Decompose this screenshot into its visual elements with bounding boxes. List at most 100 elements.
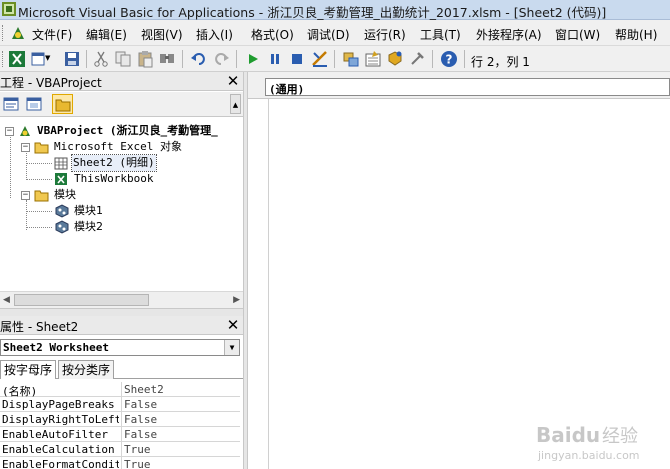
toolbar-separator — [334, 50, 335, 68]
properties-object-name: Sheet2 Worksheet — [3, 341, 109, 354]
worksheet-icon — [54, 157, 68, 170]
property-divider — [121, 457, 122, 469]
menu-file[interactable]: 文件(F) — [32, 26, 72, 43]
reset-icon[interactable] — [288, 50, 306, 68]
properties-grid: (名称) Sheet2 DisplayPageBreaks False Disp… — [0, 380, 243, 469]
menu-addins[interactable]: 外接程序(A) — [476, 26, 542, 43]
design-mode-icon[interactable] — [311, 50, 329, 68]
title-bar: Microsoft Visual Basic for Applications … — [0, 0, 670, 20]
properties-tabs: 按字母序 按分类序 — [0, 359, 243, 379]
scroll-right-icon[interactable]: ▶ — [233, 295, 240, 305]
properties-object-select[interactable]: Sheet2 Worksheet ▼ — [0, 339, 240, 356]
property-value[interactable]: True — [124, 443, 151, 456]
redo-icon[interactable] — [212, 50, 230, 68]
toolbar-separator — [432, 50, 433, 68]
property-value[interactable]: False — [124, 413, 157, 426]
tree-line — [26, 200, 27, 230]
svg-text:?: ? — [446, 53, 453, 67]
tab-alphabetic[interactable]: 按字母序 — [0, 360, 57, 379]
property-name: EnableCalculation — [2, 443, 115, 456]
tree-label-excel-objects: Microsoft Excel 对象 — [54, 140, 182, 153]
menu-view[interactable]: 视图(V) — [141, 26, 183, 43]
property-name: DisplayPageBreaks — [2, 398, 115, 411]
undo-icon[interactable] — [190, 50, 208, 68]
collapse-icon[interactable]: − — [21, 143, 30, 152]
project-panel-scroll-up[interactable]: ▲ — [230, 94, 241, 114]
project-panel-toolbar: ▲ — [0, 92, 243, 117]
tree-label-sheet2: Sheet2 (明细) — [71, 154, 157, 172]
code-margin[interactable] — [248, 99, 269, 469]
menu-format[interactable]: 格式(O) — [251, 26, 294, 43]
project-panel-title: 工程 - VBAProject — [0, 76, 102, 90]
paste-icon[interactable] — [136, 50, 154, 68]
scroll-left-icon[interactable]: ◀ — [3, 295, 10, 305]
help-icon[interactable]: ? — [440, 50, 458, 68]
view-code-icon[interactable] — [3, 96, 19, 112]
menu-window[interactable]: 窗口(W) — [555, 26, 600, 43]
toolbar-separator — [86, 50, 87, 68]
menu-edit[interactable]: 编辑(E) — [86, 26, 127, 43]
workbook-icon — [55, 173, 67, 185]
project-tree-hscrollbar[interactable]: ◀ ▶ — [0, 291, 243, 308]
properties-panel-close-button[interactable]: ✕ — [225, 317, 241, 333]
svg-text:经验: 经验 — [602, 426, 638, 447]
object-browser-icon[interactable] — [386, 50, 404, 68]
property-row[interactable]: DisplayPageBreaks False — [0, 397, 240, 412]
property-row[interactable]: DisplayRightToLeft False — [0, 412, 240, 427]
folder-open-icon — [34, 190, 49, 202]
vba-menu-icon[interactable] — [9, 24, 27, 42]
svg-text:Baidu: Baidu — [536, 423, 600, 447]
object-combo[interactable]: (通用) — [265, 78, 670, 96]
insert-dropdown-icon[interactable]: ▼ — [45, 54, 50, 62]
run-icon[interactable] — [244, 50, 262, 68]
cursor-position: 行 2，列 1 — [471, 55, 530, 69]
property-name: EnableAutoFilter — [2, 428, 108, 441]
svg-text:jingyan.baidu.com: jingyan.baidu.com — [537, 449, 640, 462]
copy-icon[interactable] — [114, 50, 132, 68]
properties-panel-title: 属性 - Sheet2 — [0, 320, 79, 334]
tree-line — [27, 227, 52, 228]
find-icon[interactable] — [158, 50, 176, 68]
menu-debug[interactable]: 调试(D) — [307, 26, 350, 43]
property-value[interactable]: False — [124, 428, 157, 441]
code-editor[interactable] — [248, 99, 670, 469]
menu-insert[interactable]: 插入(I) — [196, 26, 233, 43]
property-name: EnableFormatConditio — [2, 458, 119, 469]
baidu-watermark: Baidu 经验 jingyan.baidu.com — [536, 423, 640, 462]
project-panel-close-button[interactable]: ✕ — [225, 73, 241, 89]
collapse-icon[interactable]: − — [21, 191, 30, 200]
menu-run[interactable]: 运行(R) — [364, 26, 406, 43]
menu-help[interactable]: 帮助(H) — [615, 26, 657, 43]
tree-label-vbaproject: VBAProject (浙江贝良_考勤管理_ — [37, 124, 218, 137]
property-value[interactable]: True — [124, 458, 151, 469]
cut-icon[interactable] — [92, 50, 110, 68]
break-icon[interactable] — [266, 50, 284, 68]
window-title: Microsoft Visual Basic for Applications … — [18, 5, 607, 20]
scroll-thumb[interactable] — [14, 294, 149, 306]
property-row[interactable]: EnableCalculation True — [0, 442, 240, 457]
tree-label-module1: 模块1 — [74, 204, 103, 217]
menu-bar: 文件(F) 编辑(E) 视图(V) 插入(I) 格式(O) 调试(D) 运行(R… — [0, 20, 670, 46]
property-row[interactable]: EnableFormatConditio True — [0, 457, 240, 469]
chevron-down-icon[interactable]: ▼ — [224, 340, 239, 355]
property-value[interactable]: False — [124, 398, 157, 411]
tree-line — [10, 128, 11, 198]
tab-categorized[interactable]: 按分类序 — [58, 360, 115, 379]
property-row[interactable]: (名称) Sheet2 — [0, 382, 240, 398]
module-icon — [55, 204, 69, 218]
save-icon[interactable] — [63, 50, 81, 68]
property-divider — [121, 427, 122, 442]
view-object-icon[interactable] — [26, 96, 42, 112]
toolbox-icon[interactable] — [408, 50, 426, 68]
property-row[interactable]: EnableAutoFilter False — [0, 427, 240, 442]
toggle-folders-button[interactable] — [52, 94, 73, 114]
vba-app-icon — [2, 2, 16, 16]
property-value[interactable]: Sheet2 — [124, 383, 164, 396]
project-explorer-icon[interactable] — [342, 50, 360, 68]
property-divider — [121, 442, 122, 457]
excel-view-icon[interactable] — [8, 50, 26, 68]
panel-splitter[interactable] — [0, 308, 243, 316]
collapse-icon[interactable]: − — [5, 127, 14, 136]
menu-tools[interactable]: 工具(T) — [420, 26, 461, 43]
properties-window-icon[interactable] — [364, 50, 382, 68]
